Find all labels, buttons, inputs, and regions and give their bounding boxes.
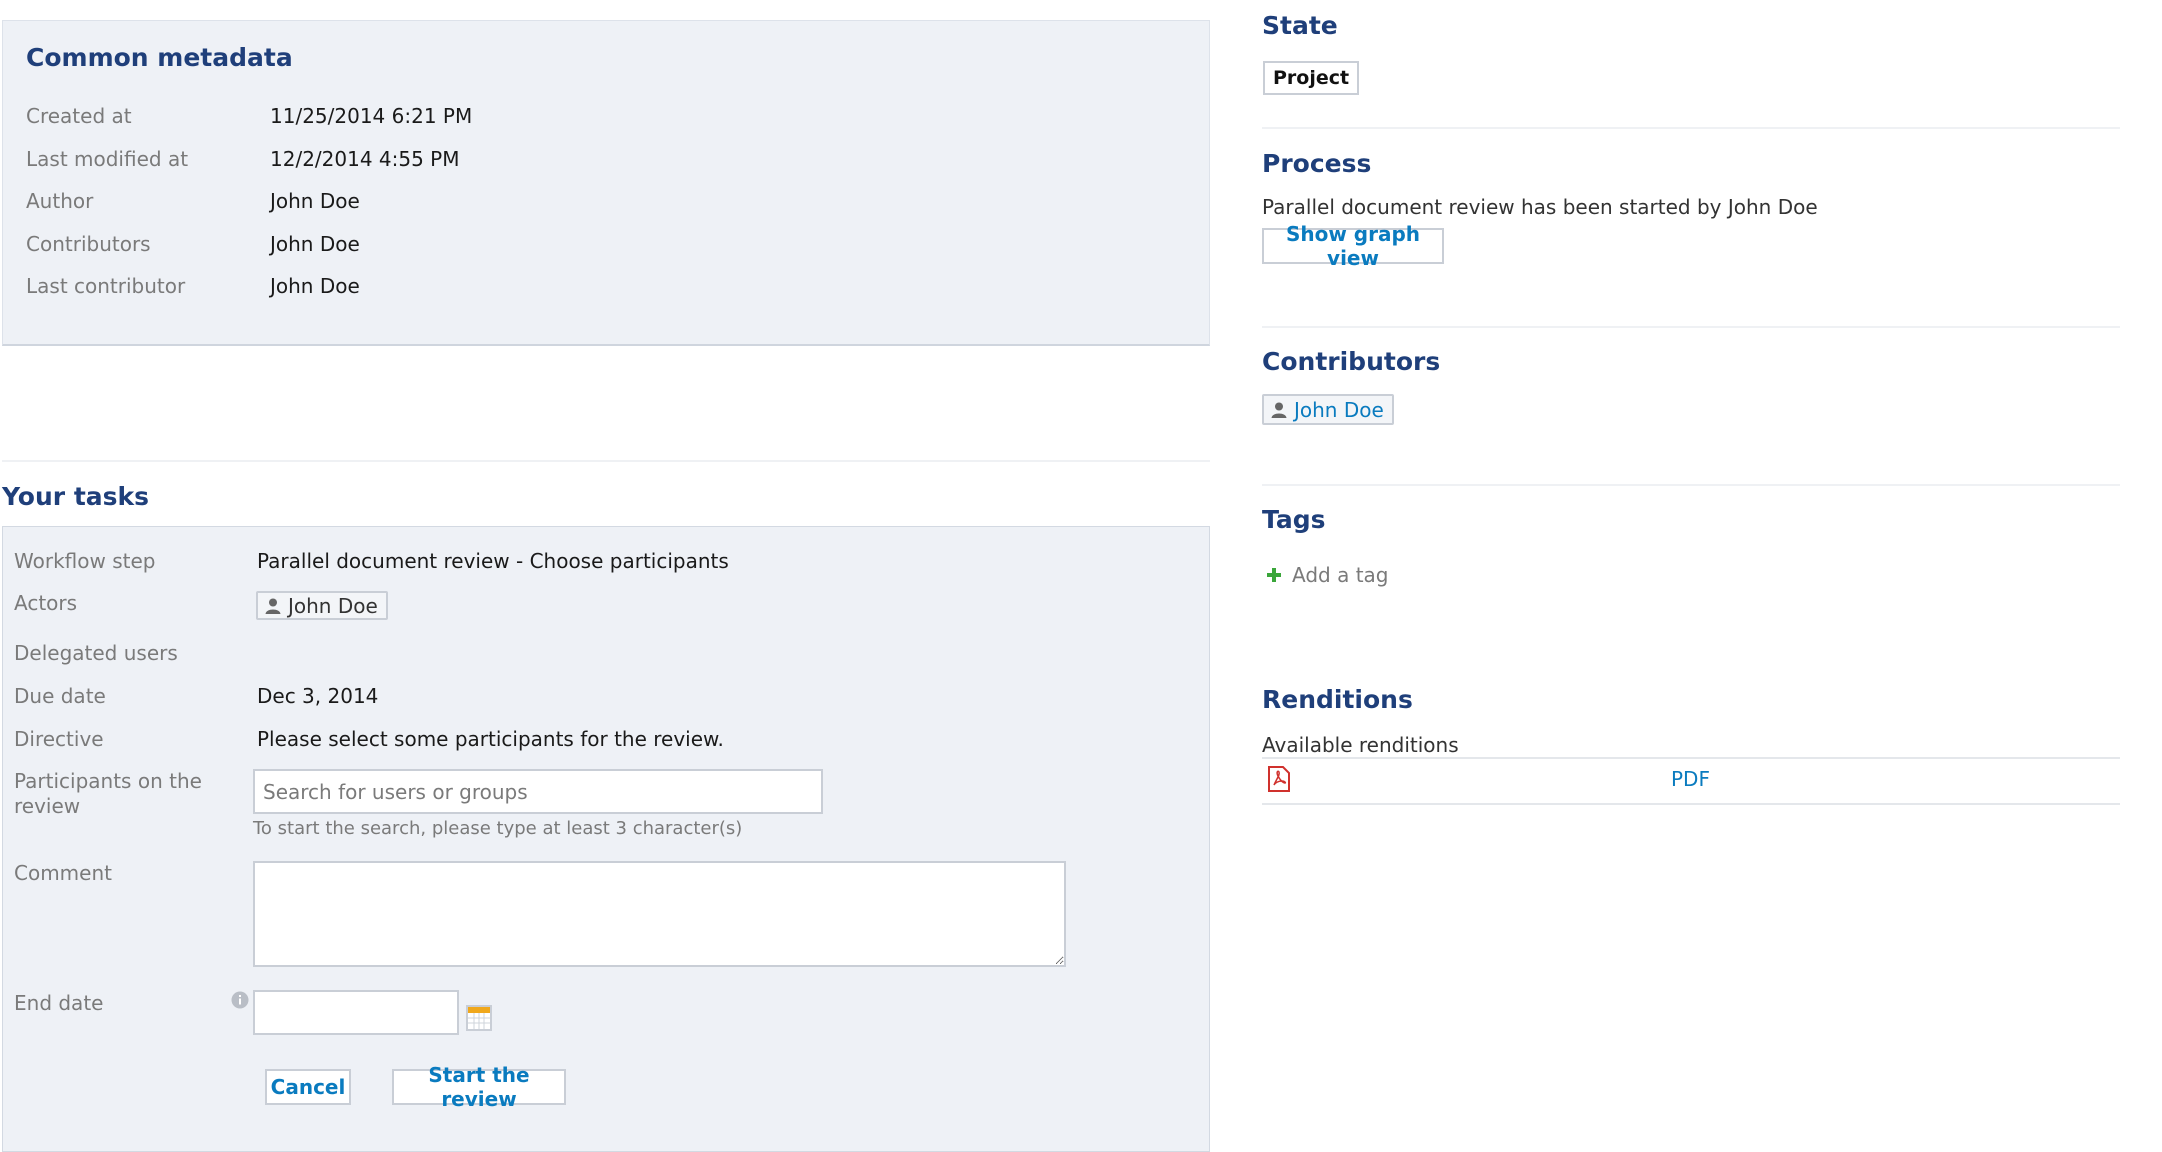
calendar-icon[interactable]	[466, 1005, 492, 1031]
your-tasks-title: Your tasks	[2, 482, 150, 511]
due-date-value: Dec 3, 2014	[257, 684, 379, 708]
comment-textarea[interactable]	[253, 861, 1066, 967]
divider	[1262, 757, 2120, 759]
actor-chip[interactable]: John Doe	[256, 591, 388, 620]
workflow-step-value: Parallel document review - Choose partic…	[257, 549, 729, 573]
contributor-chip[interactable]: John Doe	[1262, 394, 1394, 425]
directive-label: Directive	[14, 727, 104, 751]
show-graph-view-button[interactable]: Show graph view	[1262, 222, 1444, 270]
state-title: State	[1262, 11, 1338, 40]
delegated-users-label: Delegated users	[14, 641, 178, 665]
actors-label: Actors	[14, 591, 78, 615]
add-tag-label: Add a tag	[1292, 563, 1389, 587]
start-review-button[interactable]: Start the review	[392, 1063, 566, 1111]
cancel-button[interactable]: Cancel	[265, 1069, 351, 1105]
last-contributor-label: Last contributor	[26, 274, 186, 298]
participants-search-input[interactable]	[253, 769, 823, 814]
comment-label: Comment	[14, 861, 112, 885]
renditions-title: Renditions	[1262, 685, 1413, 714]
divider	[2, 460, 1210, 462]
last-modified-label: Last modified at	[26, 147, 189, 171]
participants-label: Participants on the review	[14, 769, 202, 818]
created-at-label: Created at	[26, 104, 132, 128]
directive-value: Please select some participants for the …	[257, 727, 724, 751]
plus-icon	[1267, 568, 1281, 582]
info-icon[interactable]	[231, 991, 249, 1009]
last-contributor-value: John Doe	[270, 274, 360, 298]
end-date-input[interactable]	[253, 990, 459, 1035]
end-date-label: End date	[14, 991, 104, 1015]
contributors-value: John Doe	[270, 232, 360, 256]
contributors-title: Contributors	[1262, 347, 1441, 376]
tasks-panel	[2, 526, 1210, 1152]
author-value: John Doe	[270, 189, 360, 213]
pdf-rendition-link[interactable]: PDF	[1671, 767, 1710, 791]
divider	[1262, 803, 2120, 805]
available-renditions-label: Available renditions	[1262, 733, 1459, 757]
contributor-name-link[interactable]: John Doe	[1294, 398, 1384, 422]
process-text: Parallel document review has been starte…	[1262, 195, 1818, 219]
divider	[1262, 484, 2120, 486]
add-tag-link[interactable]: Add a tag	[1266, 563, 1388, 587]
actor-name: John Doe	[288, 593, 378, 618]
state-badge: Project	[1263, 61, 1360, 95]
common-metadata-title: Common metadata	[26, 43, 293, 72]
due-date-label: Due date	[14, 684, 106, 708]
participants-hint: To start the search, please type at leas…	[253, 818, 743, 839]
last-modified-value: 12/2/2014 4:55 PM	[270, 147, 460, 171]
tags-title: Tags	[1262, 505, 1326, 534]
author-label: Author	[26, 189, 94, 213]
person-icon	[1271, 402, 1287, 418]
person-icon	[265, 598, 281, 614]
divider	[1262, 127, 2120, 129]
process-title: Process	[1262, 149, 1372, 178]
contributors-label: Contributors	[26, 232, 151, 256]
pdf-icon	[1268, 766, 1290, 792]
divider	[1262, 326, 2120, 328]
workflow-step-label: Workflow step	[14, 549, 156, 573]
created-at-value: 11/25/2014 6:21 PM	[270, 104, 473, 128]
